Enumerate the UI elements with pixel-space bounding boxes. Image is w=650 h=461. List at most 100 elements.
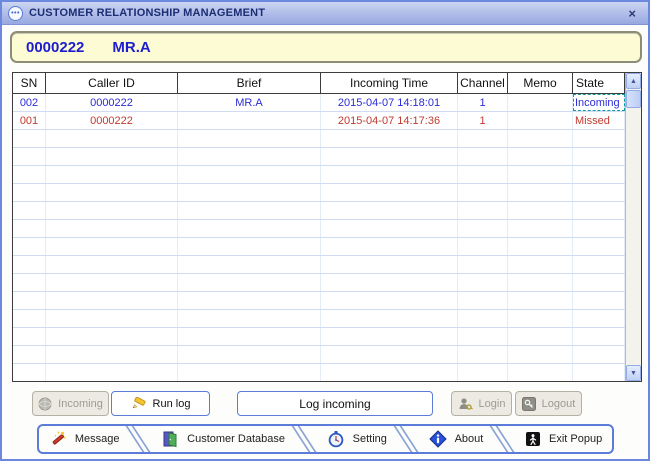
cell-memo bbox=[508, 130, 573, 147]
table-row[interactable]: 0020000222MR.A2015-04-07 14:18:011 Incomi… bbox=[13, 94, 625, 112]
cell-incoming-time[interactable]: 2015-04-07 14:17:36 bbox=[321, 112, 458, 129]
login-button[interactable]: Login bbox=[451, 391, 512, 416]
column-header-incoming-time[interactable]: Incoming Time bbox=[321, 73, 458, 93]
table-row-empty bbox=[13, 166, 625, 184]
cell-caller-id bbox=[46, 292, 178, 309]
cell-incoming-time[interactable]: 2015-04-07 14:18:01 bbox=[321, 94, 458, 111]
pencil-icon bbox=[131, 397, 147, 411]
cell-channel bbox=[458, 202, 508, 219]
cell-sn[interactable]: 002 bbox=[13, 94, 46, 111]
logout-button-label: Logout bbox=[542, 398, 576, 410]
cell-channel bbox=[458, 148, 508, 165]
scroll-down-icon[interactable]: ▼ bbox=[626, 365, 641, 381]
cell-memo[interactable] bbox=[508, 94, 573, 111]
cell-caller-id[interactable]: 0000222 bbox=[46, 94, 178, 111]
tab-separator bbox=[397, 426, 419, 452]
tab-exit-popup[interactable]: Exit Popup bbox=[515, 426, 612, 452]
cell-memo bbox=[508, 310, 573, 327]
cell-channel[interactable]: 1 bbox=[458, 94, 508, 111]
table-row-empty bbox=[13, 238, 625, 256]
info-diamond-icon bbox=[429, 430, 447, 448]
cell-brief bbox=[178, 274, 321, 291]
table-row-empty bbox=[13, 364, 625, 381]
cell-brief[interactable]: MR.A bbox=[178, 94, 321, 111]
cell-incoming-time bbox=[321, 364, 458, 381]
tab-setting[interactable]: Setting bbox=[317, 426, 397, 452]
cell-state[interactable]: Missed bbox=[573, 112, 625, 129]
cell-caller-id bbox=[46, 346, 178, 363]
title-bar: ••• CUSTOMER RELATIONSHIP MANAGEMENT × bbox=[2, 2, 648, 25]
cell-channel bbox=[458, 274, 508, 291]
table-row-empty bbox=[13, 310, 625, 328]
tab-message[interactable]: Message bbox=[39, 426, 129, 452]
cell-memo[interactable] bbox=[508, 112, 573, 129]
cell-brief[interactable] bbox=[178, 112, 321, 129]
cell-state bbox=[573, 202, 625, 219]
cell-sn bbox=[13, 148, 46, 165]
cell-state bbox=[573, 166, 625, 183]
tab-message-label: Message bbox=[75, 433, 120, 445]
table-row[interactable]: 0010000222 2015-04-07 14:17:361 Missed bbox=[13, 112, 625, 130]
cell-memo bbox=[508, 274, 573, 291]
cell-memo bbox=[508, 148, 573, 165]
globe-icon bbox=[38, 397, 52, 411]
cell-channel bbox=[458, 328, 508, 345]
cell-brief bbox=[178, 364, 321, 381]
table-row-empty bbox=[13, 328, 625, 346]
cell-state[interactable]: Incoming bbox=[573, 94, 625, 111]
cell-memo bbox=[508, 256, 573, 273]
call-log-grid: SN Caller ID Brief Incoming Time Channel… bbox=[13, 73, 625, 381]
bottom-tab-bar: Message Customer Database Setting bbox=[37, 424, 614, 454]
open-door-icon bbox=[161, 430, 179, 448]
cell-memo bbox=[508, 202, 573, 219]
column-header-brief[interactable]: Brief bbox=[178, 73, 321, 93]
vertical-scrollbar[interactable]: ▲ ▼ bbox=[625, 73, 641, 381]
column-header-state[interactable]: State bbox=[573, 73, 625, 93]
run-log-button[interactable]: Run log bbox=[111, 391, 210, 416]
cell-channel bbox=[458, 238, 508, 255]
column-header-channel[interactable]: Channel bbox=[458, 73, 508, 93]
tab-about[interactable]: About bbox=[419, 426, 493, 452]
cell-sn bbox=[13, 274, 46, 291]
table-row-empty bbox=[13, 346, 625, 364]
cell-channel bbox=[458, 346, 508, 363]
column-header-caller-id[interactable]: Caller ID bbox=[46, 73, 178, 93]
cell-incoming-time bbox=[321, 256, 458, 273]
cell-brief bbox=[178, 148, 321, 165]
incoming-button[interactable]: Incoming bbox=[32, 391, 109, 416]
cell-sn bbox=[13, 220, 46, 237]
cell-incoming-time bbox=[321, 130, 458, 147]
table-row-empty bbox=[13, 274, 625, 292]
cell-incoming-time bbox=[321, 220, 458, 237]
stopwatch-icon bbox=[327, 430, 345, 448]
table-row-empty bbox=[13, 202, 625, 220]
cell-channel bbox=[458, 256, 508, 273]
caller-banner: 0000222 MR.A bbox=[10, 31, 642, 63]
cell-state bbox=[573, 238, 625, 255]
column-header-memo[interactable]: Memo bbox=[508, 73, 573, 93]
log-incoming-button[interactable]: Log incoming bbox=[237, 391, 433, 416]
tab-customer-database[interactable]: Customer Database bbox=[151, 426, 295, 452]
cell-state bbox=[573, 274, 625, 291]
cell-channel bbox=[458, 364, 508, 381]
cell-sn bbox=[13, 310, 46, 327]
cell-sn bbox=[13, 364, 46, 381]
scrollbar-thumb[interactable] bbox=[626, 90, 641, 108]
column-header-sn[interactable]: SN bbox=[13, 73, 46, 93]
cell-brief bbox=[178, 310, 321, 327]
scroll-up-icon[interactable]: ▲ bbox=[626, 73, 641, 89]
cell-channel[interactable]: 1 bbox=[458, 112, 508, 129]
cell-caller-id[interactable]: 0000222 bbox=[46, 112, 178, 129]
cell-sn bbox=[13, 346, 46, 363]
login-button-label: Login bbox=[479, 398, 506, 410]
cell-sn bbox=[13, 238, 46, 255]
cell-memo bbox=[508, 292, 573, 309]
cell-brief bbox=[178, 166, 321, 183]
close-icon[interactable]: × bbox=[622, 6, 642, 21]
cell-memo bbox=[508, 328, 573, 345]
cell-state bbox=[573, 292, 625, 309]
cell-brief bbox=[178, 130, 321, 147]
tab-setting-label: Setting bbox=[353, 433, 387, 445]
cell-sn[interactable]: 001 bbox=[13, 112, 46, 129]
logout-button[interactable]: Logout bbox=[515, 391, 582, 416]
